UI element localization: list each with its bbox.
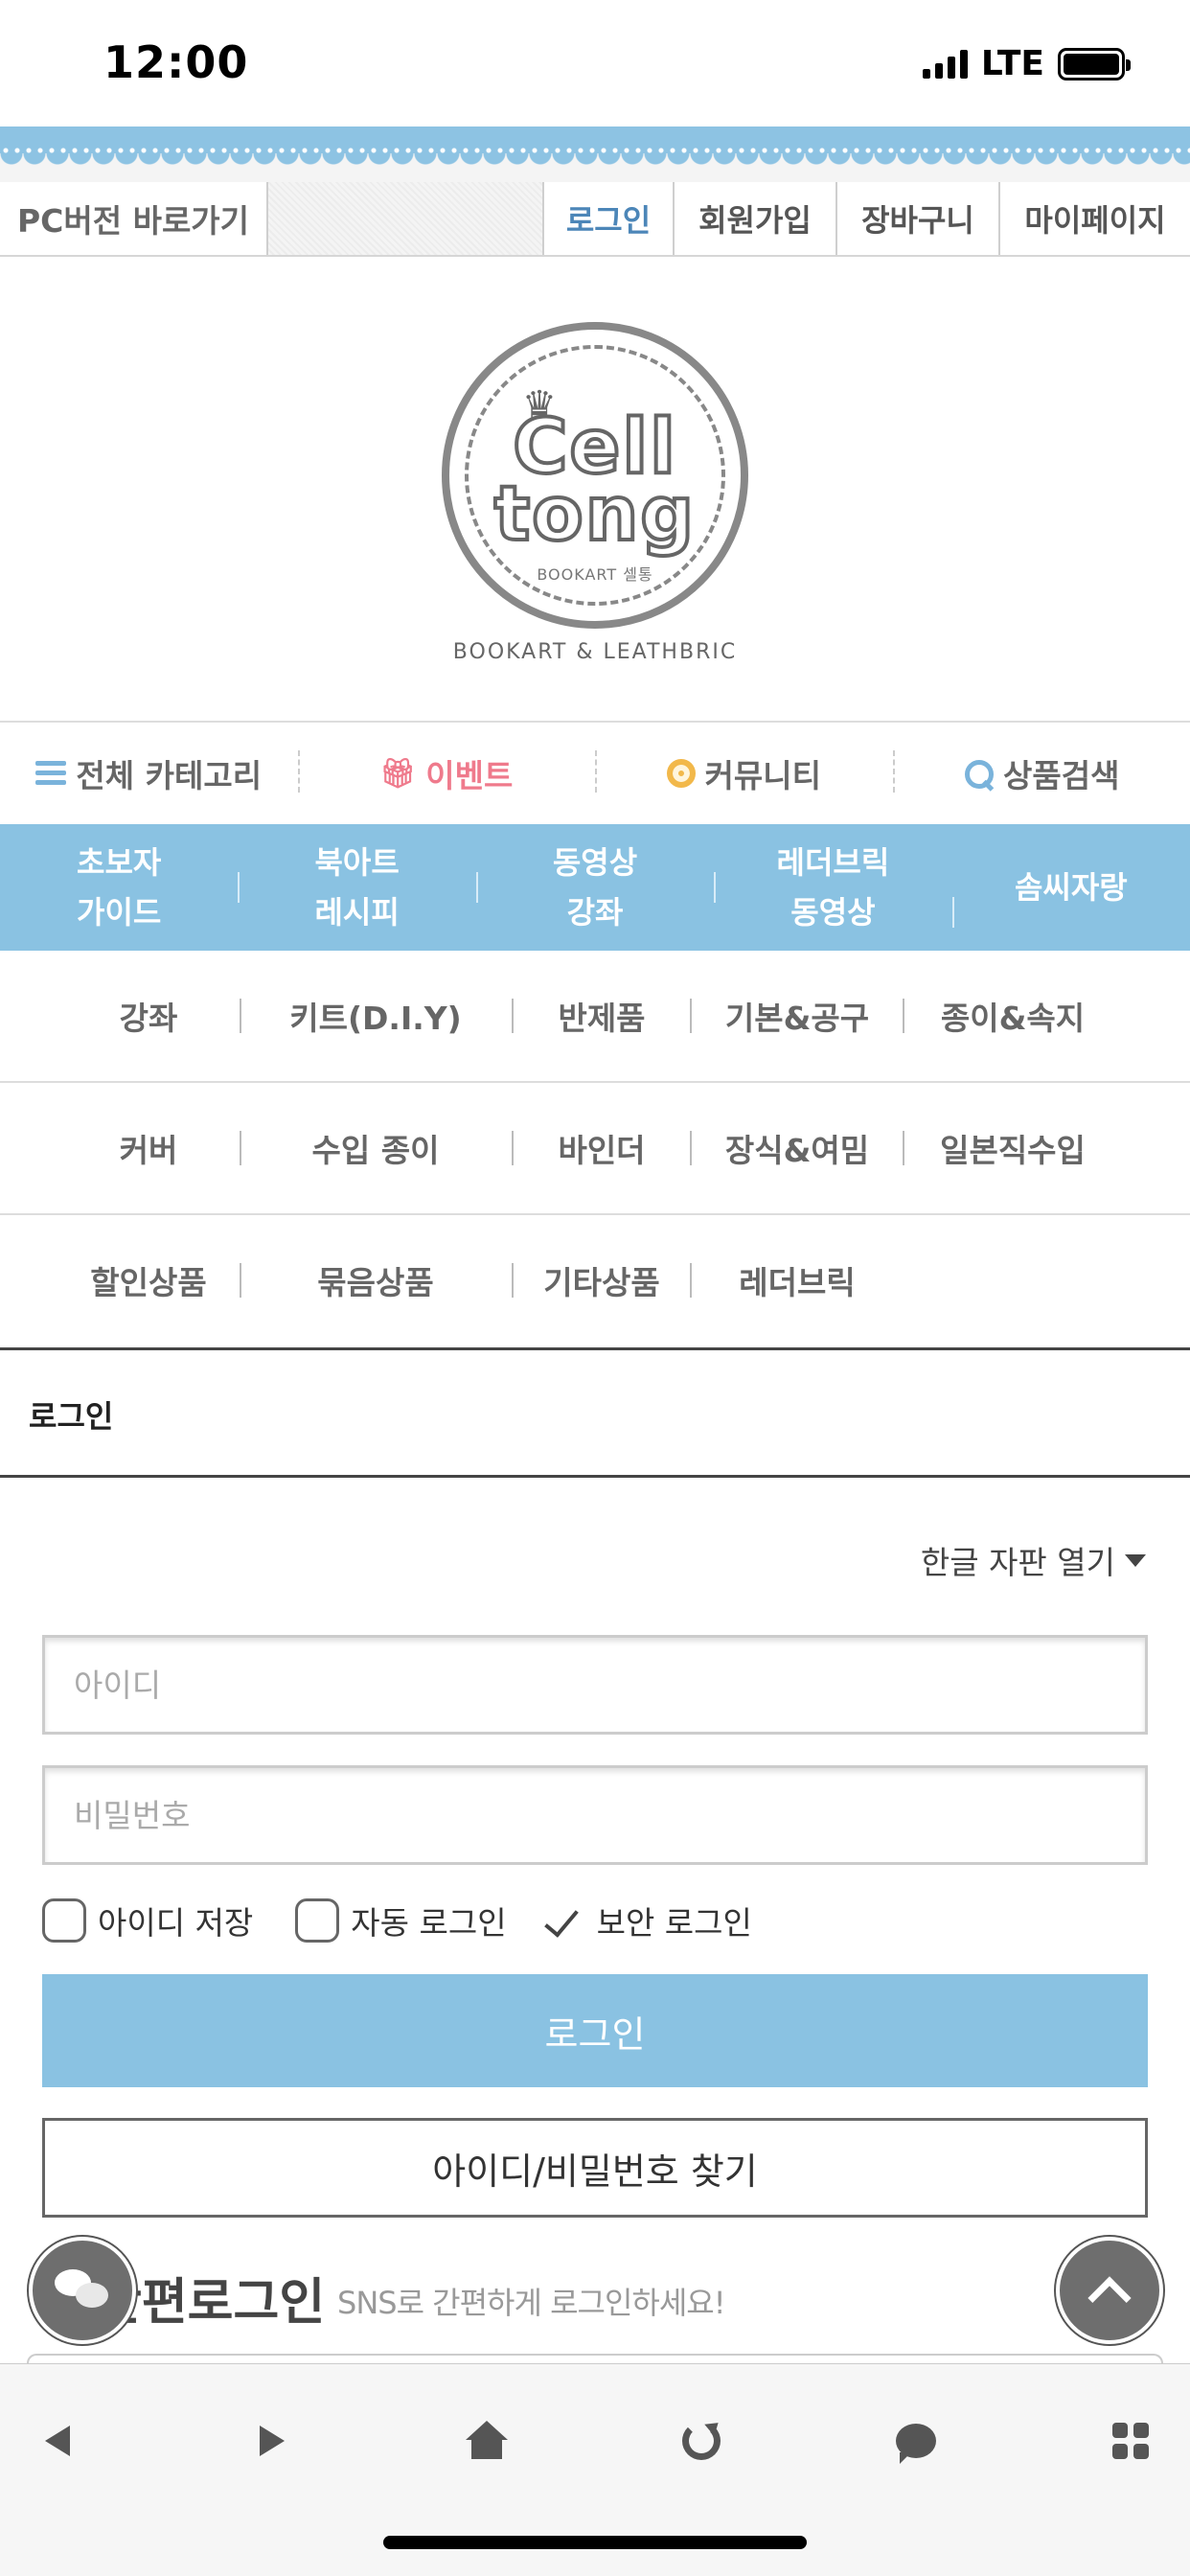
reload-button[interactable]	[673, 2412, 730, 2470]
gift-icon: 🎁︎	[379, 756, 417, 791]
logo-area: ♛ Cell tong BOOKART 셀통 BOOKART & LEATHBR…	[0, 257, 1190, 721]
sub-category-item[interactable]: 일본직수입	[904, 1083, 1121, 1213]
auto-login-option[interactable]: 자동 로그인	[295, 1898, 507, 1944]
save-id-checkbox[interactable]	[42, 1898, 86, 1943]
community-icon	[666, 759, 696, 788]
top-cart-link[interactable]: 장바구니	[835, 182, 998, 255]
login-options: 아이디 저장 자동 로그인 보안 로그인	[42, 1894, 794, 1947]
sub-category-item[interactable]: 키트(D.I.Y)	[241, 951, 510, 1081]
battery-icon	[1058, 47, 1131, 80]
login-button[interactable]: 로그인	[42, 1974, 1148, 2087]
sub-category-item[interactable]: 레더브릭	[692, 1215, 903, 1346]
category-nav: 전체 카테고리 🎁︎ 이벤트 커뮤니티 상품검색	[0, 721, 1190, 824]
home-indicator	[383, 2536, 807, 2549]
save-id-option[interactable]: 아이디 저장	[42, 1898, 253, 1944]
checkmark-icon[interactable]	[549, 1901, 585, 1940]
signal-icon	[922, 49, 968, 79]
back-icon	[45, 2426, 70, 2456]
sub-category-item[interactable]: 반제품	[514, 951, 690, 1081]
home-icon	[466, 2421, 508, 2461]
grid-icon	[1112, 2423, 1149, 2459]
pc-version-link[interactable]: PC버전 바로가기	[0, 182, 268, 255]
sub-category-item[interactable]: 기타상품	[514, 1215, 690, 1346]
sub-category-item[interactable]: 바인더	[514, 1083, 690, 1213]
sub-category-item[interactable]: 종이&속지	[904, 951, 1121, 1081]
network-label: LTE	[980, 44, 1044, 83]
id-input[interactable]	[45, 1638, 1145, 1732]
top-utility-bar: PC버전 바로가기 로그인 회원가입 장바구니 마이페이지	[0, 182, 1190, 257]
sub-category-item[interactable]: 강좌	[57, 951, 240, 1081]
reload-icon	[682, 2422, 721, 2460]
back-button[interactable]	[29, 2412, 86, 2470]
speech-bubble-icon	[896, 2424, 936, 2464]
top-login-link[interactable]: 로그인	[542, 182, 673, 255]
menu-showcase[interactable]: 솜씨자랑	[951, 862, 1190, 928]
caret-down-icon	[1125, 1553, 1146, 1567]
chevron-up-icon	[1087, 2276, 1132, 2320]
menu-grid-button[interactable]	[1102, 2412, 1159, 2470]
korean-keyboard-toggle[interactable]: 한글 자판 열기	[921, 1537, 1146, 1583]
chat-icon	[55, 2269, 110, 2312]
forward-button[interactable]	[243, 2412, 301, 2470]
status-bar: 12:00 LTE	[0, 0, 1190, 126]
featured-menu: 초보자 가이드 북아트 레시피 동영상 강좌 레더브릭 동영상 솜씨자랑	[0, 824, 1190, 951]
status-indicators: LTE	[922, 44, 1131, 83]
top-mypage-link[interactable]: 마이페이지	[998, 182, 1190, 255]
sub-category-row: 커버 수입 종이 바인더 장식&여밈 일본직수입	[0, 1083, 1190, 1215]
password-field-wrapper	[42, 1765, 1148, 1865]
menu-bookart-recipe[interactable]: 북아트 레시피	[238, 838, 475, 937]
sub-category-item[interactable]: 수입 종이	[241, 1083, 510, 1213]
search-icon	[963, 758, 995, 789]
find-id-password-button[interactable]: 아이디/비밀번호 찾기	[42, 2118, 1148, 2218]
page-title: 로그인	[29, 1398, 114, 1435]
password-input[interactable]	[45, 1768, 1145, 1862]
scroll-top-button[interactable]	[1056, 2237, 1163, 2344]
secure-login-option[interactable]: 보안 로그인	[549, 1898, 752, 1944]
page-title-bar: 로그인	[0, 1347, 1190, 1478]
nav-community[interactable]: 커뮤니티	[595, 750, 893, 796]
sub-category-row: 할인상품 묶음상품 기타상품 레더브릭	[0, 1215, 1190, 1347]
menu-video-lessons[interactable]: 동영상 강좌	[475, 838, 714, 937]
nav-event[interactable]: 🎁︎ 이벤트	[297, 750, 596, 796]
sub-category-item[interactable]: 커버	[57, 1083, 240, 1213]
nav-all-categories[interactable]: 전체 카테고리	[0, 750, 298, 796]
comment-button[interactable]	[887, 2412, 945, 2470]
status-time: 12:00	[103, 36, 249, 88]
logo-caption: BOOKART & LEATHBRIC	[452, 640, 738, 664]
menu-icon	[35, 761, 67, 786]
id-field-wrapper	[42, 1635, 1148, 1735]
celltong-logo[interactable]: ♛ Cell tong BOOKART 셀통	[442, 322, 748, 629]
nav-product-search[interactable]: 상품검색	[892, 750, 1190, 796]
sub-category-row: 강좌 키트(D.I.Y) 반제품 기본&공구 종이&속지	[0, 951, 1190, 1083]
home-button[interactable]	[458, 2412, 515, 2470]
lace-banner	[0, 126, 1190, 182]
top-join-link[interactable]: 회원가입	[673, 182, 835, 255]
sub-category-item[interactable]: 할인상품	[57, 1215, 240, 1346]
easy-login-subtitle: SNS로 간편하게 로그인하세요!	[337, 2285, 726, 2321]
sub-category-item[interactable]: 묶음상품	[241, 1215, 510, 1346]
menu-beginner-guide[interactable]: 초보자 가이드	[0, 838, 238, 937]
menu-leatherbrick-video[interactable]: 레더브릭 동영상	[714, 838, 951, 937]
auto-login-checkbox[interactable]	[295, 1898, 340, 1943]
sub-category-item[interactable]: 기본&공구	[692, 951, 903, 1081]
chat-button[interactable]	[29, 2237, 136, 2344]
forward-icon	[260, 2426, 285, 2456]
sub-category-item[interactable]: 장식&여밈	[692, 1083, 903, 1213]
